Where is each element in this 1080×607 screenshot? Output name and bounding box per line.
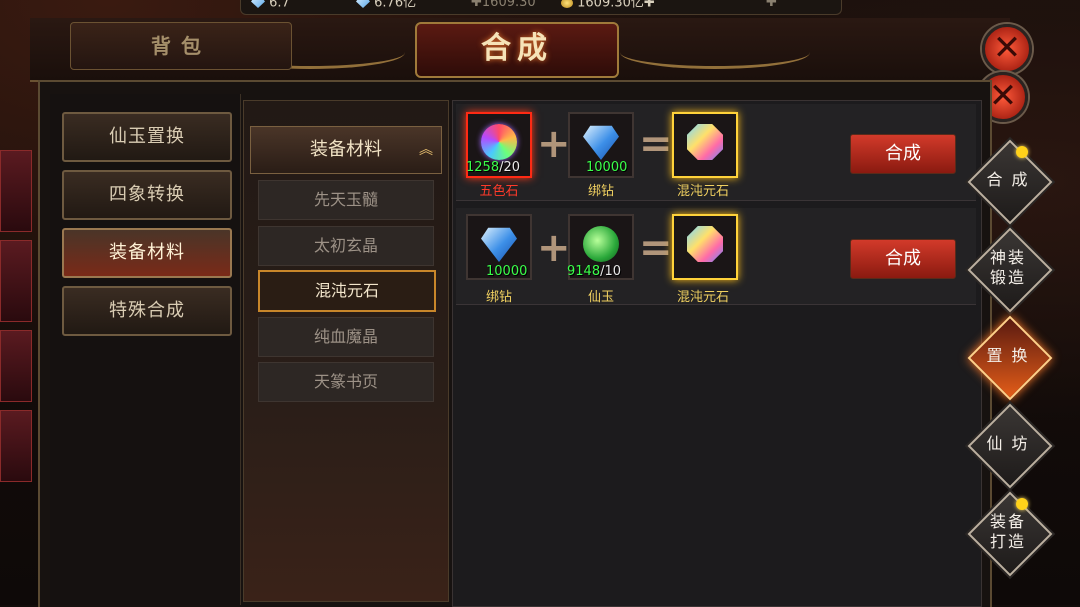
category-header[interactable]: 装备材料 ︽ [250,126,442,174]
item-name: 五色石 [479,184,519,199]
category-item[interactable]: 纯血魔晶 [258,317,434,357]
item-quantity: 9148/10 [567,264,622,279]
item-name: 绑钻 [485,290,512,305]
tab-bag[interactable]: 背包 [70,22,292,70]
jade-icon [583,226,619,262]
synthesize-button[interactable]: 合成 [850,134,956,174]
nav-synthesis[interactable]: 合 成 [967,139,1053,225]
diamond-icon [583,125,619,160]
gold-icon [561,0,573,8]
gold-amount: 1609.30亿 [577,0,644,11]
menu-xianyu-exchange[interactable]: 仙玉置换 [62,112,232,162]
nav-label: 置 换 [986,346,1030,365]
rainbow-orb-icon [481,124,517,160]
nav-equipment-craft[interactable]: 装备 打造 [967,491,1053,577]
menu-equipment-materials[interactable]: 装备材料 [62,228,232,278]
side-decoration [0,410,32,482]
nav-divine-forge[interactable]: 神装 锻造 [967,227,1053,313]
diamond-icon [251,0,265,8]
output-name: 混沌元石 [676,184,729,199]
page-title: 合成 [415,22,619,78]
side-decoration [0,240,32,322]
nav-label: 合 成 [986,170,1030,189]
equals-icon: = [639,225,673,271]
bound-diamond-icon [356,0,370,8]
diamond-icon [481,227,517,262]
menu-sixiang-convert[interactable]: 四象转换 [62,170,232,220]
notification-dot [1016,146,1028,158]
category-item[interactable]: 先天玉髓 [258,180,434,220]
menu-special-synthesis[interactable]: 特殊合成 [62,286,232,336]
category-item-selected[interactable]: 混沌元石 [258,270,436,312]
item-name: 仙玉 [587,290,614,305]
item-quantity: 10000 [586,160,628,175]
category-title: 装备材料 [310,139,382,160]
category-item[interactable]: 天篆书页 [258,362,434,402]
item-quantity: 10000 [486,264,528,279]
side-decoration [0,330,32,402]
nav-label: 神装 锻造 [989,248,1026,287]
output-name: 混沌元石 [676,290,729,305]
chevron-up-icon: ︽ [419,142,433,158]
chaos-stone-icon [687,124,723,160]
bound-diamond-amount: 6.76亿 [374,0,417,11]
equals-icon: = [639,121,673,167]
currency-bar: 6.7 6.76亿 ✚1609.30 1609.30亿✚ ✚ [240,0,842,15]
item-quantity: 1258/20 [466,160,521,175]
recipe-output-slot[interactable] [672,112,738,178]
plus-icon: + [537,121,571,167]
item-name: 绑钻 [587,184,614,199]
nav-workshop[interactable]: 仙 坊 [967,403,1053,489]
recipe-output-slot[interactable] [672,214,738,280]
close-button[interactable]: ✕ [982,24,1032,74]
plus-icon: + [537,225,571,271]
third-currency-amount: 1609.30 [481,0,536,10]
side-decoration [0,150,32,232]
synthesize-button[interactable]: 合成 [850,239,956,279]
nav-label: 仙 坊 [986,434,1030,453]
add-currency-icon[interactable]: ✚ [766,0,777,9]
notification-dot [1016,498,1028,510]
nav-exchange[interactable]: 置 换 [967,315,1053,401]
nav-label: 装备 打造 [989,512,1026,551]
chaos-stone-icon [687,226,723,262]
dragon-ornament-right [620,36,810,69]
diamond-amount: 6.7 [269,0,290,11]
category-item[interactable]: 太初玄晶 [258,226,434,266]
